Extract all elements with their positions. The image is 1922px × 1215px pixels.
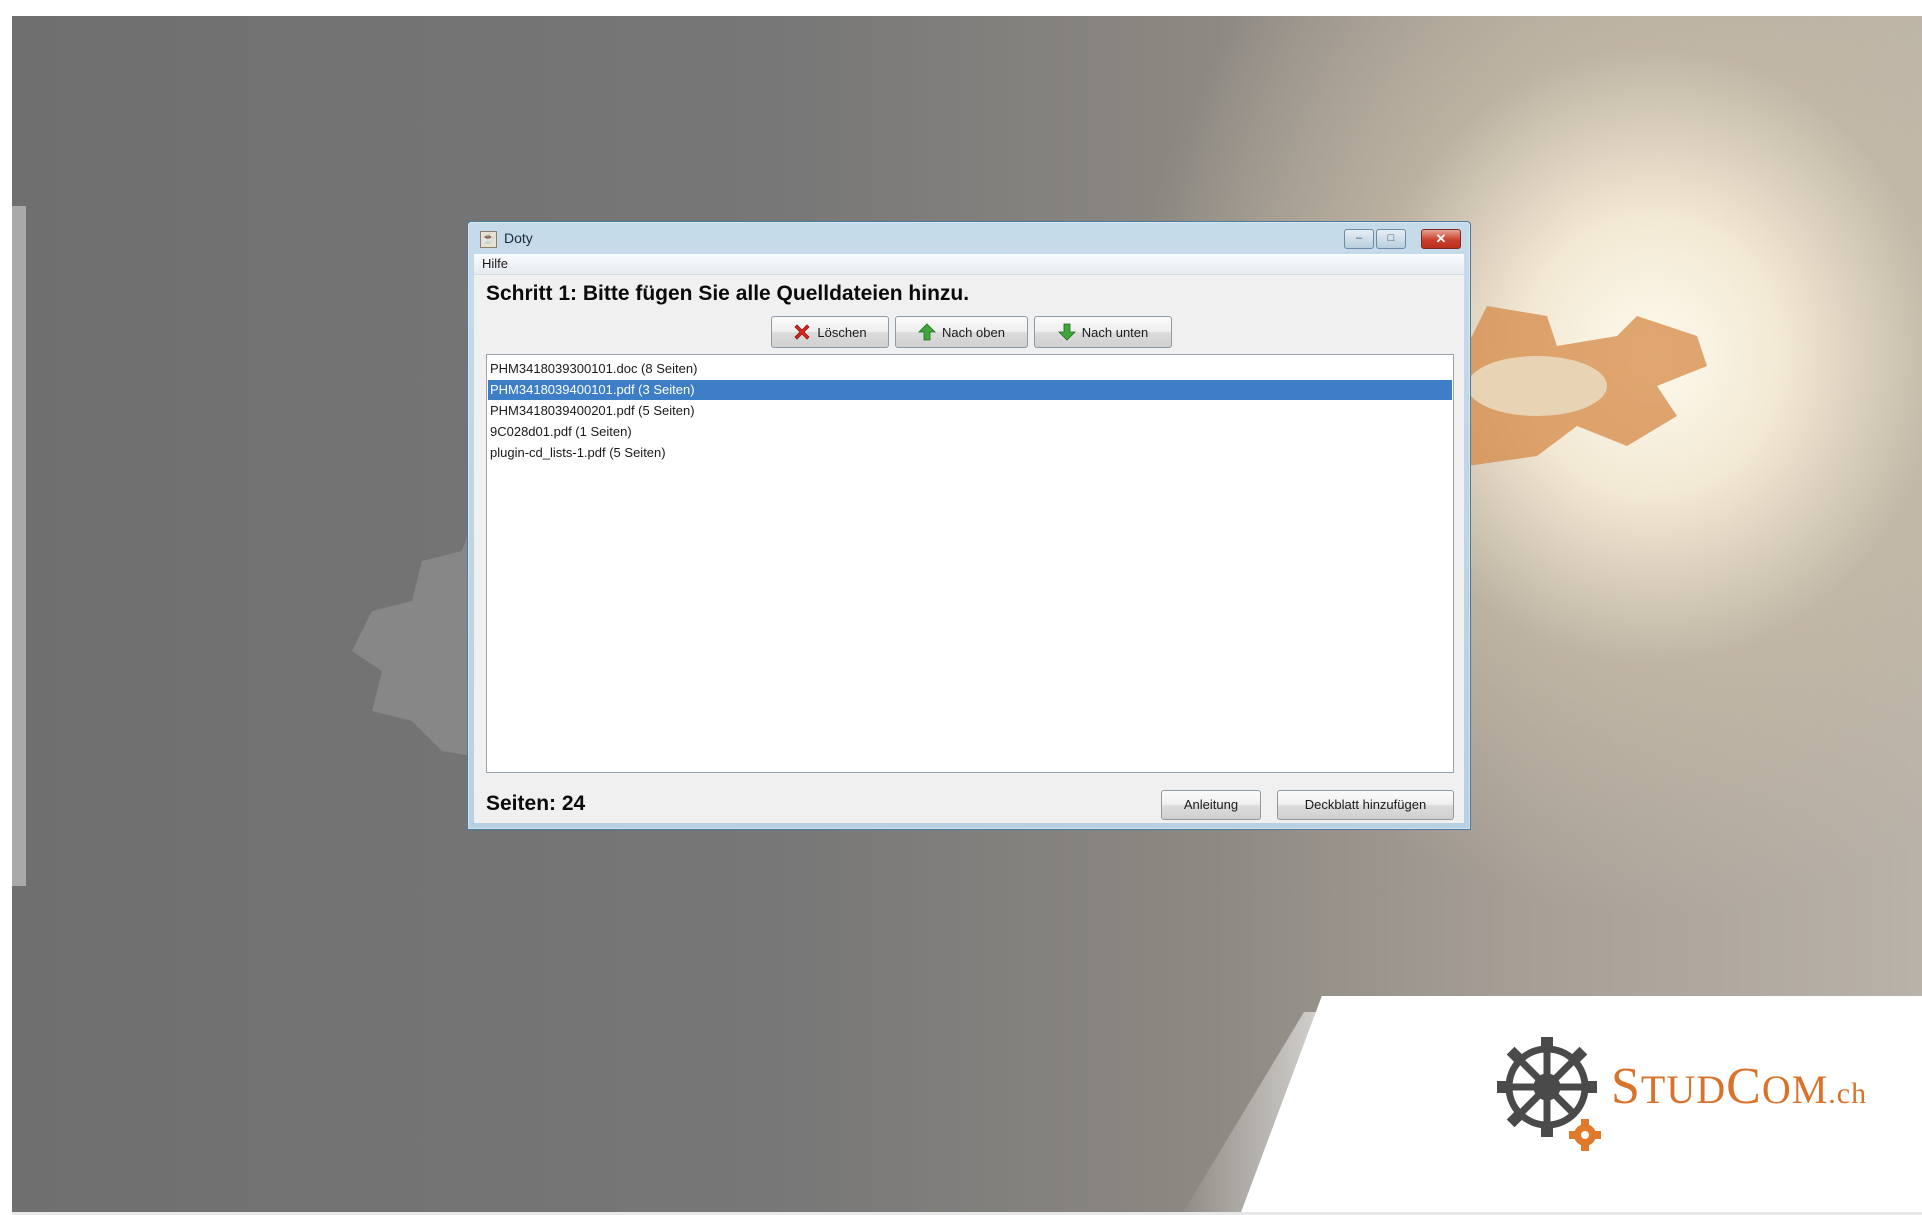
move-down-button[interactable]: Nach unten [1034,316,1172,348]
step-heading: Schritt 1: Bitte fügen Sie alle Quelldat… [486,282,970,305]
red-x-icon [794,324,810,340]
minimize-button[interactable]: – [1344,229,1374,249]
green-arrow-up-icon [918,323,937,341]
move-up-button[interactable]: Nach oben [895,316,1028,348]
guide-button[interactable]: Anleitung [1161,790,1261,820]
list-item[interactable]: PHM3418039400201.pdf (5 Seiten) [488,401,1452,421]
doty-window: ☕ Doty – □ ✕ Hilfe Schritt 1: Bitte füge… [467,221,1471,830]
list-item[interactable]: 9C028d01.pdf (1 Seiten) [488,422,1452,442]
menu-bar: Hilfe [474,254,1464,275]
menu-hilfe[interactable]: Hilfe [482,256,508,271]
list-item-selected[interactable]: PHM3418039400101.pdf (3 Seiten) [488,380,1452,400]
java-cup-icon: ☕ [480,231,497,248]
source-file-list[interactable]: PHM3418039300101.doc (8 Seiten) PHM34180… [486,354,1454,773]
list-item[interactable]: PHM3418039300101.doc (8 Seiten) [488,359,1452,379]
window-title: Doty [504,230,533,246]
delete-button[interactable]: Löschen [771,316,889,348]
move-down-label: Nach unten [1081,324,1149,340]
window-content: Hilfe Schritt 1: Bitte fügen Sie alle Qu… [474,254,1464,823]
gear-logo-icon [1497,1037,1601,1151]
move-up-label: Nach oben [942,324,1005,340]
brand-wordmark: STUDCOM.ch [1611,1058,1868,1115]
list-item[interactable]: plugin-cd_lists-1.pdf (5 Seiten) [488,443,1452,463]
close-button[interactable]: ✕ [1421,229,1461,249]
page-count: Seiten: 24 [486,792,586,815]
title-bar[interactable]: ☕ Doty – □ ✕ [468,222,1470,254]
add-cover-button[interactable]: Deckblatt hinzufügen [1277,790,1454,820]
maximize-button[interactable]: □ [1376,229,1406,249]
green-arrow-down-icon [1057,323,1076,341]
delete-label: Löschen [817,324,867,340]
studcom-logo: STUDCOM.ch [1495,1035,1915,1155]
background-strip [12,206,26,886]
